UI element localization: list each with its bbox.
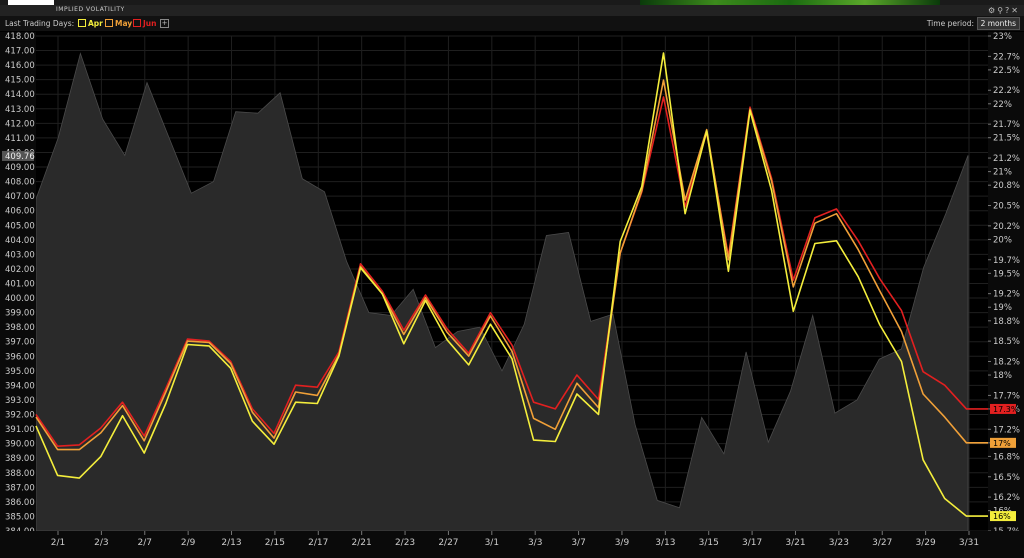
right-tick-label: 17.7% bbox=[993, 391, 1020, 401]
x-tick-label: 3/29 bbox=[916, 538, 936, 548]
end-tag-label-jun: 17.3% bbox=[993, 405, 1019, 414]
left-tick-label: 411.00 bbox=[5, 134, 35, 144]
right-tick-label: 17.2% bbox=[993, 425, 1020, 435]
right-tick-label: 22% bbox=[993, 100, 1012, 110]
left-tick-label: 408.00 bbox=[5, 178, 35, 188]
left-tick-label: 386.00 bbox=[5, 498, 35, 508]
x-tick-label: 2/15 bbox=[265, 538, 285, 548]
right-tick-label: 16.2% bbox=[993, 493, 1020, 503]
x-tick-label: 3/7 bbox=[571, 538, 585, 548]
x-tick-label: 3/17 bbox=[742, 538, 762, 548]
x-tick-label: 3/1 bbox=[485, 538, 499, 548]
left-tick-label: 413.00 bbox=[5, 105, 35, 115]
left-tick-label: 398.00 bbox=[5, 323, 35, 333]
x-tick-label: 2/1 bbox=[51, 538, 65, 548]
current-price-label: 409.76 bbox=[5, 152, 35, 162]
left-tick-label: 412.00 bbox=[5, 119, 35, 129]
x-tick-label: 3/27 bbox=[872, 538, 892, 548]
x-axis: 2/1 2/3 2/7 2/9 2/13 2/15 2/17 2/21 2/23 2/27 3/1 3… bbox=[0, 531, 1024, 558]
left-tick-label: 394.00 bbox=[5, 381, 35, 391]
right-tick-label: 20.2% bbox=[993, 222, 1020, 232]
right-axis: 15.7%16%16.2%16.5%16.8%17%17.2%17.5%17.7… bbox=[988, 32, 1024, 537]
right-tick-label: 19.5% bbox=[993, 269, 1020, 279]
left-tick-label: 401.00 bbox=[5, 280, 35, 290]
left-tick-label: 392.00 bbox=[5, 411, 35, 421]
x-tick-label: 3/9 bbox=[615, 538, 630, 548]
left-tick-label: 409.00 bbox=[5, 163, 35, 173]
x-tick-label: 2/27 bbox=[438, 538, 458, 548]
x-tick-label: 2/9 bbox=[181, 538, 196, 548]
left-tick-label: 407.00 bbox=[5, 192, 35, 202]
x-tick-label: 2/7 bbox=[138, 538, 152, 548]
right-tick-label: 18.2% bbox=[993, 357, 1020, 367]
left-tick-label: 404.00 bbox=[5, 236, 35, 246]
right-tick-label: 16.8% bbox=[993, 452, 1020, 462]
x-tick-label: 2/21 bbox=[352, 538, 372, 548]
right-tick-label: 18.8% bbox=[993, 317, 1020, 327]
left-tick-label: 416.00 bbox=[5, 61, 35, 71]
left-tick-label: 414.00 bbox=[5, 90, 35, 100]
end-tag-label-apr: 16% bbox=[993, 512, 1011, 521]
x-tick-label: 3/23 bbox=[829, 538, 849, 548]
left-tick-label: 388.00 bbox=[5, 469, 35, 479]
right-tick-label: 22.7% bbox=[993, 52, 1020, 62]
right-tick-label: 20.5% bbox=[993, 202, 1020, 212]
x-tick-label: 3/3 bbox=[528, 538, 542, 548]
left-tick-label: 395.00 bbox=[5, 367, 35, 377]
left-tick-label: 393.00 bbox=[5, 396, 35, 406]
x-tick-label: 2/23 bbox=[395, 538, 415, 548]
right-tick-label: 21% bbox=[993, 168, 1012, 178]
right-tick-label: 18% bbox=[993, 371, 1012, 381]
right-tick-label: 21.7% bbox=[993, 120, 1020, 130]
x-axis-bg bbox=[0, 531, 1024, 558]
left-tick-label: 399.00 bbox=[5, 309, 35, 319]
end-tag-label-may: 17% bbox=[993, 439, 1011, 448]
right-tick-label: 19.2% bbox=[993, 290, 1020, 300]
right-tick-label: 18.5% bbox=[993, 337, 1020, 347]
right-tick-label: 19.7% bbox=[993, 256, 1020, 266]
left-tick-label: 403.00 bbox=[5, 250, 35, 260]
left-axis: 384.00385.00386.00387.00388.00389.00390.… bbox=[0, 32, 36, 537]
right-tick-label: 21.2% bbox=[993, 154, 1020, 164]
x-tick-label: 2/13 bbox=[221, 538, 241, 548]
x-tick-label: 2/3 bbox=[94, 538, 108, 548]
x-tick-label: 3/21 bbox=[785, 538, 805, 548]
x-tick-label: 3/31 bbox=[959, 538, 979, 548]
left-tick-label: 406.00 bbox=[5, 207, 35, 217]
left-tick-label: 415.00 bbox=[5, 76, 35, 86]
left-tick-label: 387.00 bbox=[5, 483, 35, 493]
left-tick-label: 397.00 bbox=[5, 338, 35, 348]
left-tick-label: 389.00 bbox=[5, 454, 35, 464]
left-tick-label: 390.00 bbox=[5, 440, 35, 450]
right-tick-label: 19% bbox=[993, 303, 1012, 313]
right-tick-label: 20.8% bbox=[993, 181, 1020, 191]
left-tick-label: 400.00 bbox=[5, 294, 35, 304]
right-tick-label: 20% bbox=[993, 235, 1012, 245]
left-tick-label: 418.00 bbox=[5, 32, 35, 42]
right-tick-label: 16.5% bbox=[993, 473, 1020, 483]
x-tick-label: 3/13 bbox=[655, 538, 675, 548]
implied-volatility-chart[interactable]: 384.00385.00386.00387.00388.00389.00390.… bbox=[0, 0, 1024, 558]
left-tick-label: 385.00 bbox=[5, 512, 35, 522]
left-tick-label: 402.00 bbox=[5, 265, 35, 275]
right-tick-label: 21.5% bbox=[993, 134, 1020, 144]
left-tick-label: 396.00 bbox=[5, 352, 35, 362]
right-tick-label: 23% bbox=[993, 32, 1012, 42]
right-tick-label: 22.5% bbox=[993, 66, 1020, 76]
x-tick-label: 2/17 bbox=[308, 538, 328, 548]
right-tick-label: 22.2% bbox=[993, 86, 1020, 96]
left-tick-label: 391.00 bbox=[5, 425, 35, 435]
x-tick-label: 3/15 bbox=[699, 538, 719, 548]
left-tick-label: 417.00 bbox=[5, 47, 35, 57]
left-tick-label: 405.00 bbox=[5, 221, 35, 231]
